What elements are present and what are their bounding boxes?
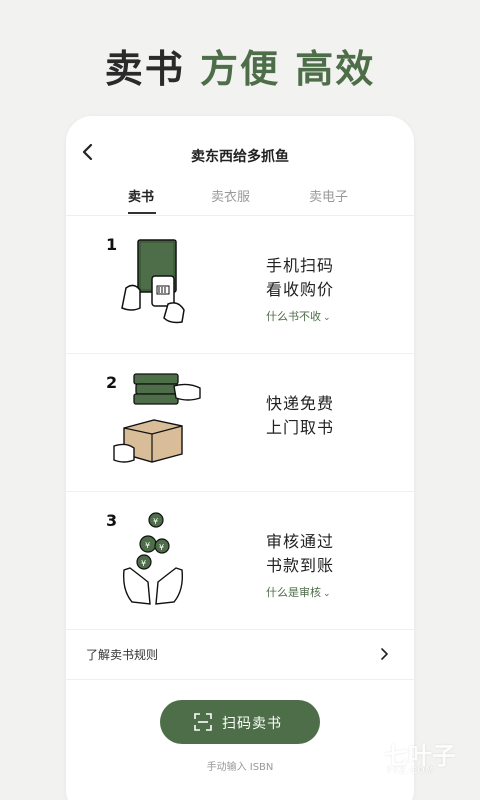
what-is-review-label: 什么是审核	[266, 586, 321, 599]
step-3: 3 ¥ ¥ ¥ ¥ 审核通过 书款到账 什么是审核 ⌄	[66, 492, 414, 630]
step-1-line1: 手机扫码	[266, 256, 335, 275]
nav-bar: 卖东西给多抓鱼	[66, 116, 414, 176]
category-tabs: 卖书 卖衣服 卖电子	[66, 176, 414, 216]
step-number: 3	[106, 511, 117, 530]
tab-sell-books[interactable]: 卖书	[128, 186, 154, 205]
phone-screen: 卖东西给多抓鱼 卖书 卖衣服 卖电子 1 手机扫码 看收购价 什么书不收 ⌄ 2…	[66, 116, 414, 800]
svg-text:¥: ¥	[145, 541, 150, 550]
chevron-down-icon: ⌄	[323, 589, 331, 599]
unaccepted-books-label: 什么书不收	[266, 310, 321, 323]
leaf-logo-icon	[327, 733, 379, 785]
step-1: 1 手机扫码 看收购价 什么书不收 ⌄	[66, 216, 414, 354]
step-1-text: 手机扫码 看收购价 什么书不收 ⌄	[266, 254, 334, 324]
headline-part2: 方便 高效	[200, 47, 376, 91]
watermark-subtext: 7YZ.COM	[386, 766, 435, 776]
step-2-text: 快递免费 上门取书	[266, 392, 334, 440]
chevron-down-icon: ⌄	[323, 313, 331, 323]
step-3-line2: 书款到账	[266, 556, 335, 575]
svg-text:¥: ¥	[141, 559, 146, 568]
box-handoff-illustration: 2	[106, 373, 201, 463]
tab-sell-clothes[interactable]: 卖衣服	[211, 186, 250, 205]
step-2: 2 快递免费 上门取书	[66, 354, 414, 492]
step-1-line2: 看收购价	[266, 280, 335, 299]
svg-text:¥: ¥	[153, 517, 158, 526]
scan-book-illustration: 1	[106, 235, 185, 324]
scan-to-sell-button[interactable]: 扫码卖书	[160, 700, 320, 744]
unaccepted-books-link[interactable]: 什么书不收 ⌄	[266, 308, 334, 324]
step-number: 1	[106, 235, 117, 254]
selling-rules-label: 了解卖书规则	[86, 648, 159, 662]
page-title: 卖东西给多抓鱼	[191, 149, 289, 165]
step-2-line1: 快递免费	[266, 394, 335, 413]
headline-part1: 卖书	[104, 47, 185, 91]
selling-rules-row[interactable]: 了解卖书规则	[66, 630, 414, 680]
step-3-line1: 审核通过	[266, 532, 335, 551]
scan-icon	[194, 713, 212, 731]
promo-headline: 卖书 方便 高效	[0, 38, 480, 93]
tab-sell-electronics[interactable]: 卖电子	[309, 186, 348, 205]
step-3-text: 审核通过 书款到账 什么是审核 ⌄	[266, 530, 334, 600]
what-is-review-link[interactable]: 什么是审核 ⌄	[266, 584, 334, 600]
step-2-line2: 上门取书	[266, 418, 335, 437]
svg-text:¥: ¥	[159, 543, 164, 552]
chevron-right-icon	[381, 648, 388, 660]
scan-to-sell-label: 扫码卖书	[222, 716, 282, 732]
active-tab-indicator	[128, 212, 156, 214]
coins-hands-illustration: 3 ¥ ¥ ¥ ¥	[106, 511, 184, 605]
step-number: 2	[106, 373, 117, 392]
site-watermark: 七叶子 7YZ.COM	[326, 732, 476, 788]
